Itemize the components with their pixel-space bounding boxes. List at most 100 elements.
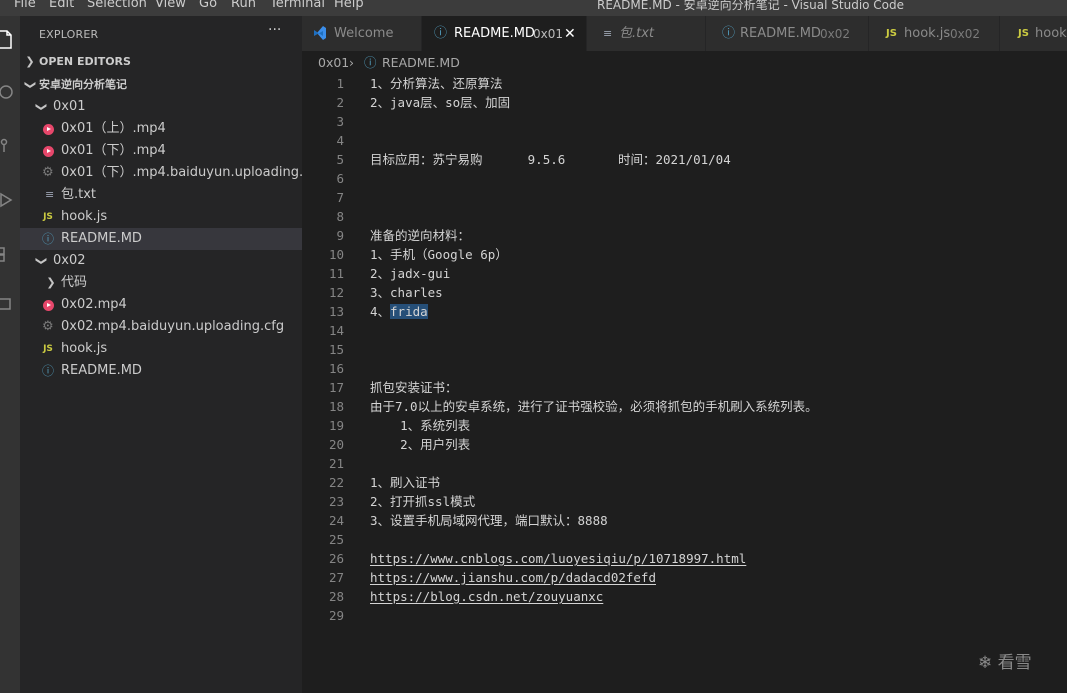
tree-item[interactable]: JS hook.js <box>20 338 302 360</box>
code-line[interactable]: 2 2、java层、so层、加固 <box>302 93 1067 112</box>
code-line[interactable]: 26 https://www.cnblogs.com/luoyesiqiu/p/1… <box>302 549 1067 568</box>
tree-folder-0x01[interactable]: ❯ 0x01 <box>20 96 302 118</box>
code-line[interactable]: 8 <box>302 207 1067 226</box>
code-line[interactable]: 10 1、手机（Google 6p） <box>302 245 1067 264</box>
line-number: 7 <box>336 190 344 205</box>
code-line[interactable]: 17 抓包安装证书： <box>302 378 1067 397</box>
code-link[interactable]: https://www.jianshu.com/p/dadacd02fefd <box>370 568 656 587</box>
code-link[interactable]: https://www.cnblogs.com/luoyesiqiu/p/107… <box>370 549 746 568</box>
code-text-segment: https://www.cnblogs.com/luoyesiqiu/p/107… <box>370 551 747 566</box>
tab-readme-0x02[interactable]: ⓘ README.MD 0x02 <box>706 16 869 51</box>
code-text: 3、charles <box>370 283 443 302</box>
code-line[interactable]: 1 1、分析算法、还原算法 <box>302 74 1067 93</box>
tab-readme-0x01[interactable]: ⓘ README.MD 0x01 ✕ <box>422 16 587 51</box>
code-text: 1、系统列表 <box>370 416 470 435</box>
code-link[interactable]: https://blog.csdn.net/zouyuanxc <box>370 587 603 606</box>
line-number: 14 <box>328 323 344 338</box>
menu-help[interactable]: Help <box>334 0 364 11</box>
code-text-segment: 2、打开抓ssl模式 <box>370 494 476 509</box>
code-line[interactable]: 4 <box>302 131 1067 150</box>
more-actions-icon[interactable]: ··· <box>268 22 281 38</box>
code-line[interactable]: 6 <box>302 169 1067 188</box>
line-number: 27 <box>328 570 344 585</box>
code-line[interactable]: 9 准备的逆向材料： <box>302 226 1067 245</box>
menu-selection[interactable]: Selection <box>87 0 147 11</box>
menu-terminal[interactable]: Terminal <box>270 0 325 11</box>
code-line[interactable]: 14 <box>302 321 1067 340</box>
code-line[interactable]: 21 <box>302 454 1067 473</box>
code-line[interactable]: 19 1、系统列表 <box>302 416 1067 435</box>
menu-view[interactable]: View <box>155 0 186 11</box>
source-control-icon[interactable] <box>0 130 20 156</box>
code-line[interactable]: 18 由于7.0以上的安卓系统，进行了证书强校验，必须将抓包的手机刷入系统列表。 <box>302 397 1067 416</box>
tree-item[interactable]: ⚙ 0x01（下）.mp4.baiduyun.uploading.cfg <box>20 162 323 184</box>
search-icon[interactable] <box>0 78 20 104</box>
tree-item[interactable]: 0x02.mp4 <box>20 294 302 316</box>
breadcrumb-folder[interactable]: 0x01 <box>318 51 349 75</box>
breadcrumb: 0x01 › ⓘ README.MD <box>302 51 1067 73</box>
tree-item-label: 包.txt <box>61 187 97 202</box>
tree-folder-0x02[interactable]: ❯ 0x02 <box>20 250 302 272</box>
tab-welcome[interactable]: Welcome <box>302 16 422 51</box>
code-line[interactable]: 27 https://www.jianshu.com/p/dadacd02fefd <box>302 568 1067 587</box>
code-text-segment: 2、jadx-gui <box>370 266 451 281</box>
run-icon[interactable] <box>0 184 20 210</box>
code-line[interactable]: 12 3、charles <box>302 283 1067 302</box>
menu-edit[interactable]: Edit <box>49 0 74 11</box>
tree-item[interactable]: JS hook.js <box>20 206 302 228</box>
code-text-segment: 准备的逆向材料： <box>370 228 471 243</box>
code-line[interactable]: 24 3、设置手机局域网代理，端口默认：8888 <box>302 511 1067 530</box>
tree-item[interactable]: ⚙ 0x02.mp4.baiduyun.uploading.cfg <box>20 316 302 338</box>
snowflake-icon: ❄ <box>978 653 993 673</box>
tab-label: README.MD <box>740 26 821 41</box>
menu-go[interactable]: Go <box>199 0 217 11</box>
tree-item-label: hook.js <box>61 341 108 356</box>
code-text-segment: 2、java层、so层、加固 <box>370 95 511 110</box>
code-line[interactable]: 5 目标应用：苏宁易购 9.5.6 时间：2021/01/04 <box>302 150 1067 169</box>
code-line[interactable]: 25 <box>302 530 1067 549</box>
menu-run[interactable]: Run <box>231 0 256 11</box>
menu-file[interactable]: File <box>14 0 36 11</box>
code-line[interactable]: 22 1、刷入证书 <box>302 473 1067 492</box>
tab-bao-txt[interactable]: ≡ 包.txt <box>587 16 706 51</box>
editor-pane[interactable]: 1 1、分析算法、还原算法 2 2、java层、so层、加固 3 4 5 目标应用：苏宁易购 … <box>302 73 1067 693</box>
workspace-root[interactable]: ❯ 安卓逆向分析笔记 <box>20 74 302 96</box>
line-number: 20 <box>328 437 344 452</box>
line-number: 24 <box>328 513 344 528</box>
line-number: 5 <box>336 152 344 167</box>
tab-hook-js-0x02[interactable]: JS hook.js 0x02 <box>869 16 1000 51</box>
code-line[interactable]: 15 <box>302 340 1067 359</box>
tree-item[interactable]: 0x01（上）.mp4 <box>20 118 302 140</box>
extensions-icon[interactable] <box>0 238 20 264</box>
code-line[interactable]: 3 <box>302 112 1067 131</box>
tab-hook-js[interactable]: JS hook. <box>1000 16 1067 51</box>
code-line[interactable]: 28 https://blog.csdn.net/zouyuanxc <box>302 587 1067 606</box>
tab-label: 包.txt <box>619 26 655 41</box>
code-line[interactable]: 11 2、jadx-gui <box>302 264 1067 283</box>
line-number: 8 <box>336 209 344 224</box>
close-icon[interactable]: ✕ <box>564 16 576 51</box>
tree-item[interactable]: ≡ 包.txt <box>20 184 302 206</box>
code-text: 2、java层、so层、加固 <box>370 93 510 112</box>
code-line[interactable]: 20 2、用户列表 <box>302 435 1067 454</box>
tree-item[interactable]: ⓘ README.MD <box>20 360 302 382</box>
tree-item[interactable]: 0x01（下）.mp4 <box>20 140 302 162</box>
breadcrumb-file[interactable]: README.MD <box>382 51 460 75</box>
tree-item[interactable]: ⓘ README.MD <box>20 228 302 250</box>
line-number: 4 <box>336 133 344 148</box>
tree-folder-code[interactable]: ❯ 代码 <box>20 272 302 294</box>
code-line[interactable]: 23 2、打开抓ssl模式 <box>302 492 1067 511</box>
open-editors-section[interactable]: ❯ OPEN EDITORS <box>20 51 302 73</box>
js-icon: JS <box>1018 28 1029 39</box>
tree-item-label: 0x02 <box>53 253 86 268</box>
code-text-segment: https://blog.csdn.net/zouyuanxc <box>370 589 604 604</box>
info-icon: ⓘ <box>41 364 54 378</box>
code-line[interactable]: 13 4、frida <box>302 302 1067 321</box>
files-icon[interactable] <box>0 24 20 50</box>
code-line[interactable]: 7 <box>302 188 1067 207</box>
remote-icon[interactable] <box>0 290 20 316</box>
code-line[interactable]: 29 <box>302 606 1067 625</box>
line-number: 3 <box>336 114 344 129</box>
chevron-right-icon: ❯ <box>25 55 35 68</box>
code-line[interactable]: 16 <box>302 359 1067 378</box>
